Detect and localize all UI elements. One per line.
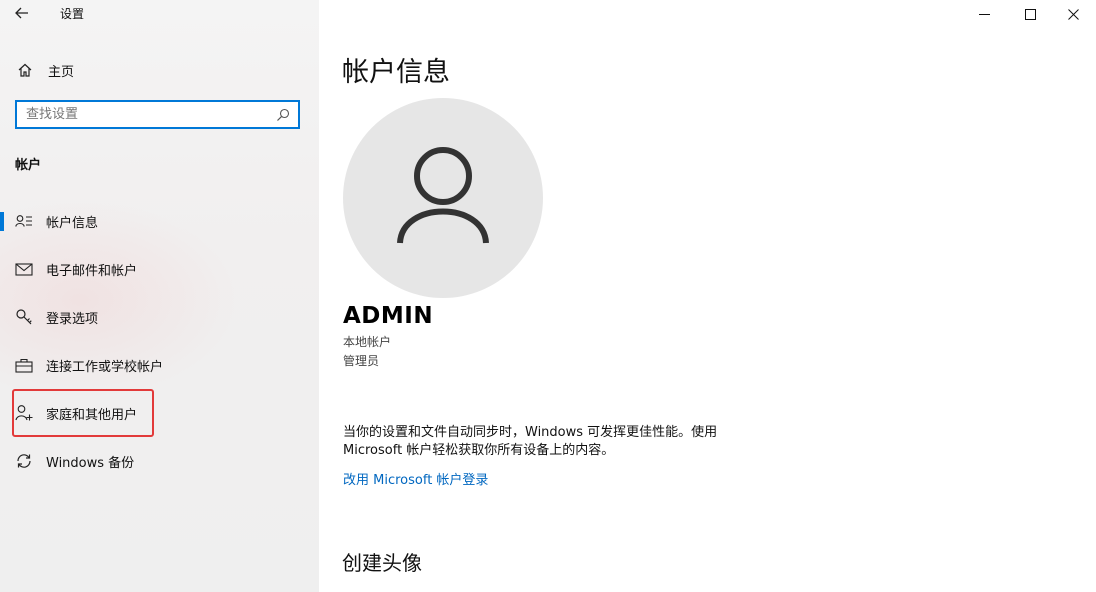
sidebar-item-work-school[interactable]: 连接工作或学校帐户 bbox=[0, 347, 319, 383]
close-icon bbox=[1067, 8, 1079, 20]
sidebar-item-label: 登录选项 bbox=[46, 311, 99, 327]
sidebar-item-sign-in-options[interactable]: 登录选项 bbox=[0, 299, 319, 335]
key-icon bbox=[14, 307, 34, 327]
nav-home-label: 主页 bbox=[48, 64, 75, 80]
nav-home[interactable]: 主页 bbox=[16, 58, 74, 82]
sidebar-item-email[interactable]: 电子邮件和帐户 bbox=[0, 251, 319, 287]
back-button[interactable] bbox=[10, 2, 34, 24]
maximize-icon bbox=[1024, 8, 1036, 20]
avatar bbox=[343, 98, 543, 298]
title-bar: 设置 bbox=[0, 0, 319, 28]
search-box[interactable] bbox=[15, 100, 300, 129]
sidebar-item-label: 帐户信息 bbox=[46, 215, 99, 231]
add-person-icon bbox=[14, 403, 34, 423]
maximize-button[interactable] bbox=[1007, 0, 1053, 28]
briefcase-icon bbox=[14, 355, 34, 375]
section-title: 帐户 bbox=[15, 158, 42, 173]
account-role: 管理员 bbox=[343, 354, 380, 368]
app-title: 设置 bbox=[60, 7, 85, 21]
minimize-button[interactable] bbox=[961, 0, 1007, 28]
active-indicator bbox=[0, 212, 4, 231]
home-icon bbox=[16, 61, 34, 79]
mail-icon bbox=[14, 259, 34, 279]
account-type: 本地帐户 bbox=[343, 335, 392, 349]
search-icon[interactable] bbox=[272, 104, 294, 126]
user-name: ADMIN bbox=[343, 303, 434, 329]
page-title: 帐户信息 bbox=[342, 57, 450, 88]
user-avatar-icon bbox=[397, 147, 489, 244]
sidebar-item-account-info[interactable]: 帐户信息 bbox=[0, 203, 319, 239]
sidebar-item-label: 家庭和其他用户 bbox=[46, 407, 138, 423]
sync-description: 当你的设置和文件自动同步时，Windows 可发挥更佳性能。使用 Microso… bbox=[343, 425, 718, 458]
account-info-icon bbox=[14, 211, 34, 231]
close-button[interactable] bbox=[1050, 0, 1096, 28]
sidebar-item-label: 电子邮件和帐户 bbox=[46, 263, 138, 279]
search-input[interactable] bbox=[17, 101, 272, 128]
sidebar-item-family-users[interactable]: 家庭和其他用户 bbox=[0, 395, 319, 431]
back-arrow-icon bbox=[15, 7, 28, 19]
sidebar: 设置 主页 帐户 帐户信息 bbox=[0, 0, 319, 592]
minimize-icon bbox=[978, 13, 990, 15]
microsoft-signin-link[interactable]: 改用 Microsoft 帐户登录 bbox=[343, 469, 488, 488]
sidebar-item-label: Windows 备份 bbox=[46, 455, 135, 471]
sync-icon bbox=[14, 451, 34, 471]
sidebar-item-label: 连接工作或学校帐户 bbox=[46, 359, 164, 375]
avatar-section-title: 创建头像 bbox=[342, 551, 422, 575]
sidebar-item-windows-backup[interactable]: Windows 备份 bbox=[0, 443, 319, 479]
